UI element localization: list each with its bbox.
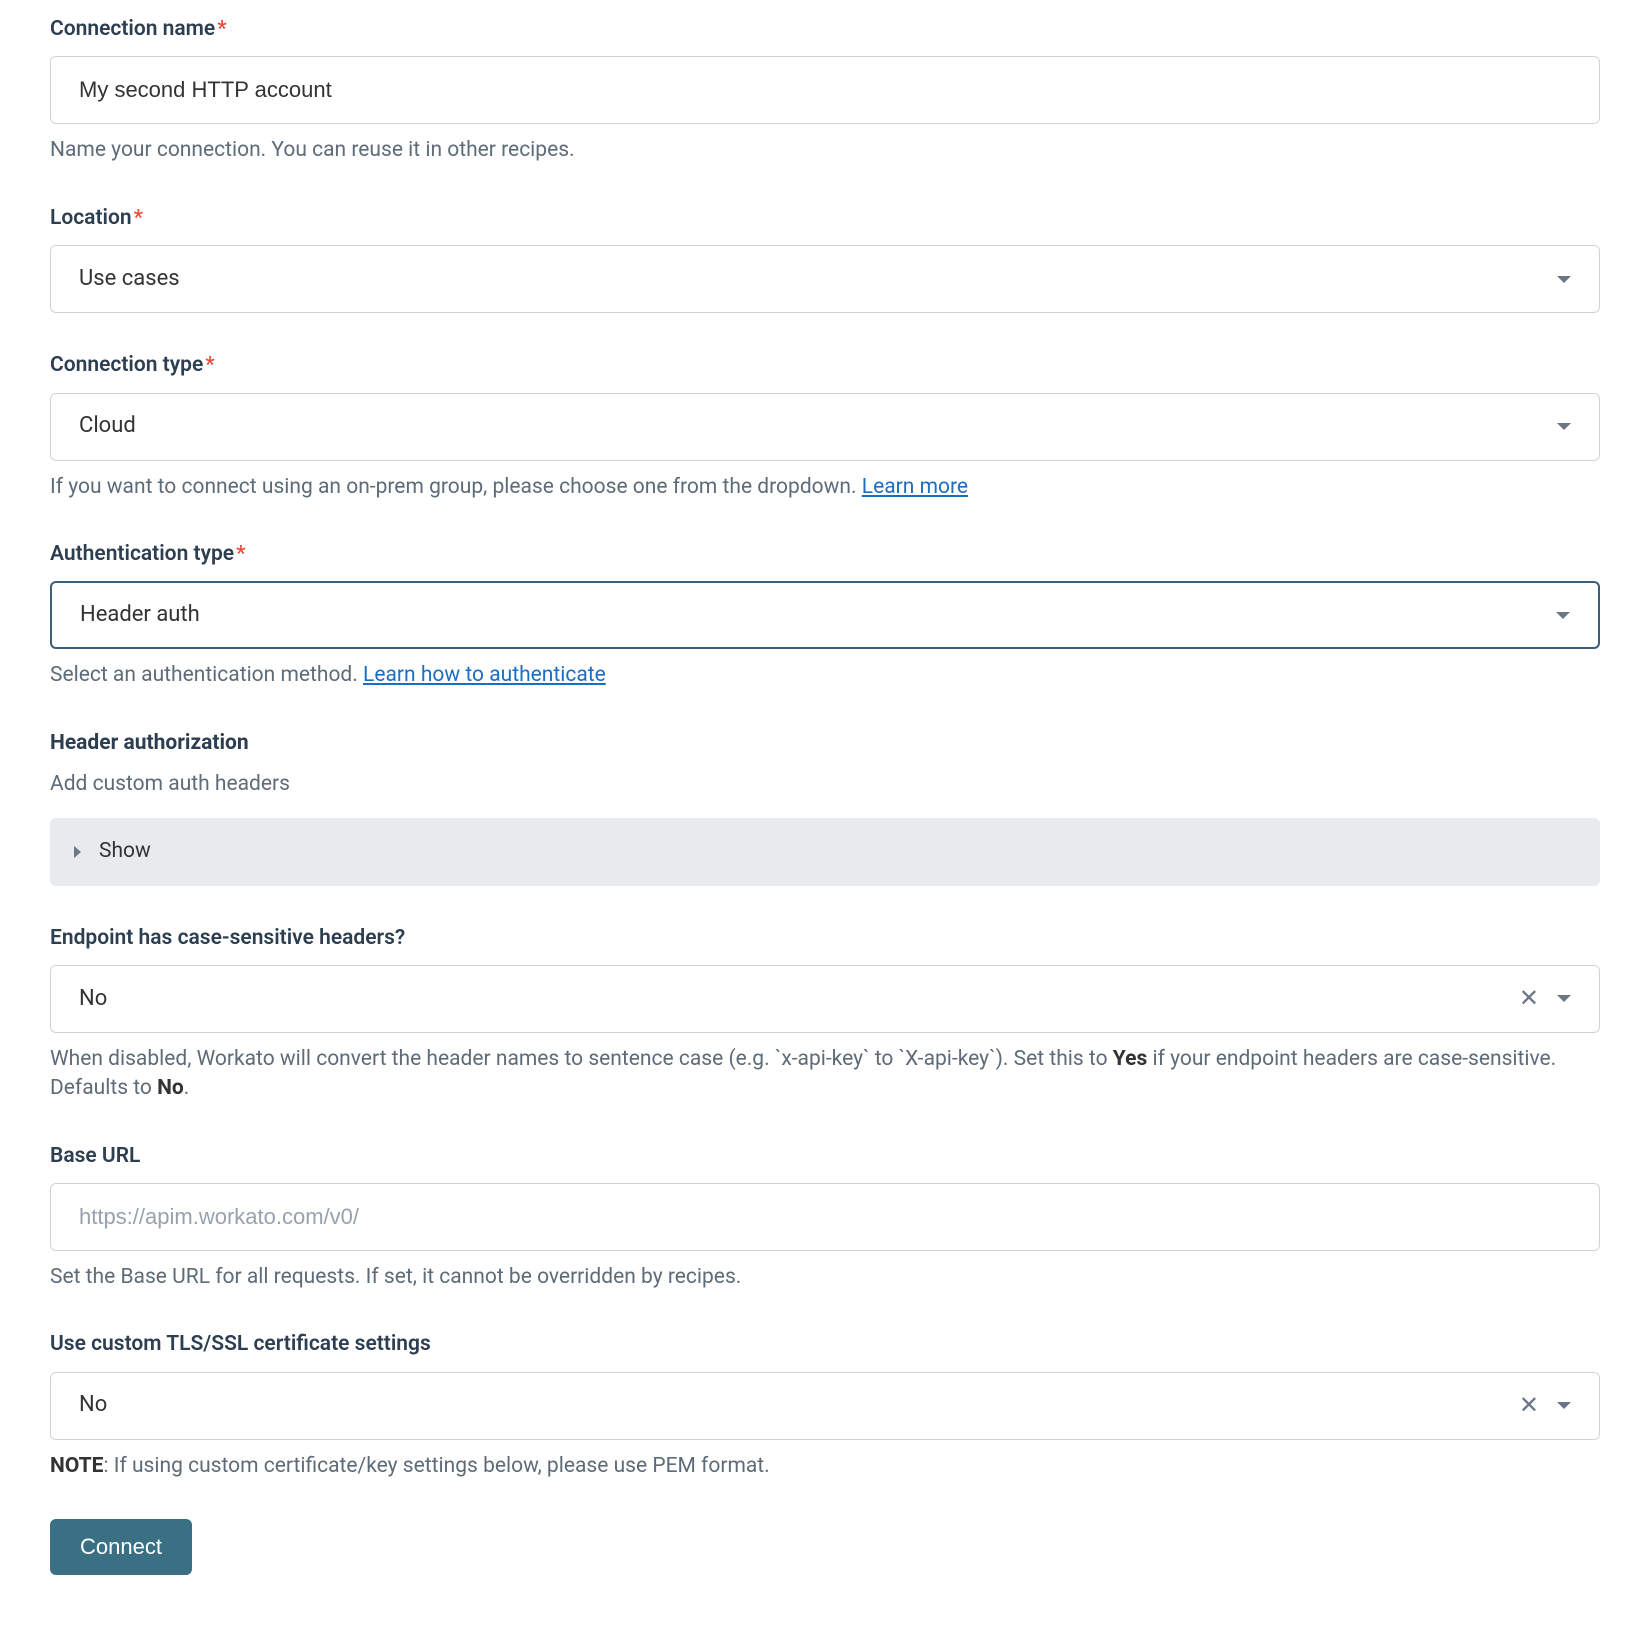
bold-yes: Yes bbox=[1113, 1047, 1147, 1071]
label-text: Connection name bbox=[50, 17, 215, 41]
case-sensitive-field: Endpoint has case-sensitive headers? No … bbox=[50, 924, 1600, 1104]
tls-label: Use custom TLS/SSL certificate settings bbox=[50, 1330, 1600, 1359]
note-bold: NOTE bbox=[50, 1454, 103, 1478]
select-controls: ✕ bbox=[1519, 982, 1571, 1016]
required-asterisk: * bbox=[205, 353, 214, 377]
auth-type-value: Header auth bbox=[80, 600, 200, 631]
required-asterisk: * bbox=[236, 542, 245, 566]
header-auth-subtitle: Add custom auth headers bbox=[50, 770, 1600, 799]
clear-icon[interactable]: ✕ bbox=[1519, 982, 1539, 1016]
tls-value: No bbox=[79, 1390, 107, 1421]
tls-help: NOTE: If using custom certificate/key se… bbox=[50, 1452, 1600, 1481]
auth-type-help: Select an authentication method. Learn h… bbox=[50, 661, 1600, 690]
select-controls bbox=[1557, 423, 1571, 430]
connection-type-field: Connection type* Cloud If you want to co… bbox=[50, 351, 1600, 502]
base-url-field: Base URL Set the Base URL for all reques… bbox=[50, 1142, 1600, 1293]
header-auth-section: Header authorization Add custom auth hea… bbox=[50, 729, 1600, 886]
case-sensitive-help: When disabled, Workato will convert the … bbox=[50, 1045, 1600, 1104]
location-field: Location* Use cases bbox=[50, 204, 1600, 313]
base-url-input[interactable] bbox=[79, 1204, 1571, 1230]
show-headers-toggle[interactable]: Show bbox=[50, 818, 1600, 886]
learn-authenticate-link[interactable]: Learn how to authenticate bbox=[363, 663, 606, 687]
auth-type-field: Authentication type* Header auth Select … bbox=[50, 540, 1600, 691]
chevron-down-icon bbox=[1556, 612, 1570, 619]
case-sensitive-select[interactable]: No ✕ bbox=[50, 965, 1600, 1033]
label-text: Authentication type bbox=[50, 542, 234, 566]
connection-name-input[interactable] bbox=[79, 77, 1571, 103]
connection-type-value: Cloud bbox=[79, 411, 136, 442]
location-label: Location* bbox=[50, 204, 1600, 233]
required-asterisk: * bbox=[217, 17, 226, 41]
connection-type-select[interactable]: Cloud bbox=[50, 393, 1600, 461]
help-text-span: If you want to connect using an on-prem … bbox=[50, 475, 862, 499]
connection-name-label: Connection name* bbox=[50, 15, 1600, 44]
select-controls bbox=[1556, 612, 1570, 619]
note-text: : If using custom certificate/key settin… bbox=[103, 1454, 769, 1478]
tls-field: Use custom TLS/SSL certificate settings … bbox=[50, 1330, 1600, 1481]
help-text-span: Select an authentication method. bbox=[50, 663, 363, 687]
chevron-down-icon bbox=[1557, 1402, 1571, 1409]
tls-select[interactable]: No ✕ bbox=[50, 1372, 1600, 1440]
base-url-input-wrap[interactable] bbox=[50, 1183, 1600, 1251]
case-sensitive-value: No bbox=[79, 984, 107, 1015]
location-select[interactable]: Use cases bbox=[50, 245, 1600, 313]
learn-more-link[interactable]: Learn more bbox=[862, 475, 968, 499]
auth-type-select[interactable]: Header auth bbox=[50, 581, 1600, 649]
location-value: Use cases bbox=[79, 264, 180, 295]
chevron-down-icon bbox=[1557, 995, 1571, 1002]
base-url-help: Set the Base URL for all requests. If se… bbox=[50, 1263, 1600, 1292]
connection-name-input-wrap[interactable] bbox=[50, 56, 1600, 124]
auth-type-label: Authentication type* bbox=[50, 540, 1600, 569]
help-end: . bbox=[184, 1076, 190, 1100]
triangle-right-icon bbox=[74, 846, 81, 858]
chevron-down-icon bbox=[1557, 276, 1571, 283]
help-text-span: When disabled, Workato will convert the … bbox=[50, 1047, 1113, 1071]
connection-name-field: Connection name* Name your connection. Y… bbox=[50, 15, 1600, 166]
label-text: Connection type bbox=[50, 353, 203, 377]
show-label: Show bbox=[99, 837, 151, 866]
required-asterisk: * bbox=[134, 206, 143, 230]
chevron-down-icon bbox=[1557, 423, 1571, 430]
connect-button[interactable]: Connect bbox=[50, 1519, 192, 1575]
connection-type-help: If you want to connect using an on-prem … bbox=[50, 473, 1600, 502]
bold-no: No bbox=[157, 1076, 184, 1100]
clear-icon[interactable]: ✕ bbox=[1519, 1389, 1539, 1423]
select-controls: ✕ bbox=[1519, 1389, 1571, 1423]
connection-name-help: Name your connection. You can reuse it i… bbox=[50, 136, 1600, 165]
label-text: Location bbox=[50, 206, 132, 230]
connection-type-label: Connection type* bbox=[50, 351, 1600, 380]
case-sensitive-label: Endpoint has case-sensitive headers? bbox=[50, 924, 1600, 953]
base-url-label: Base URL bbox=[50, 1142, 1600, 1171]
header-auth-title: Header authorization bbox=[50, 729, 1600, 758]
select-controls bbox=[1557, 276, 1571, 283]
